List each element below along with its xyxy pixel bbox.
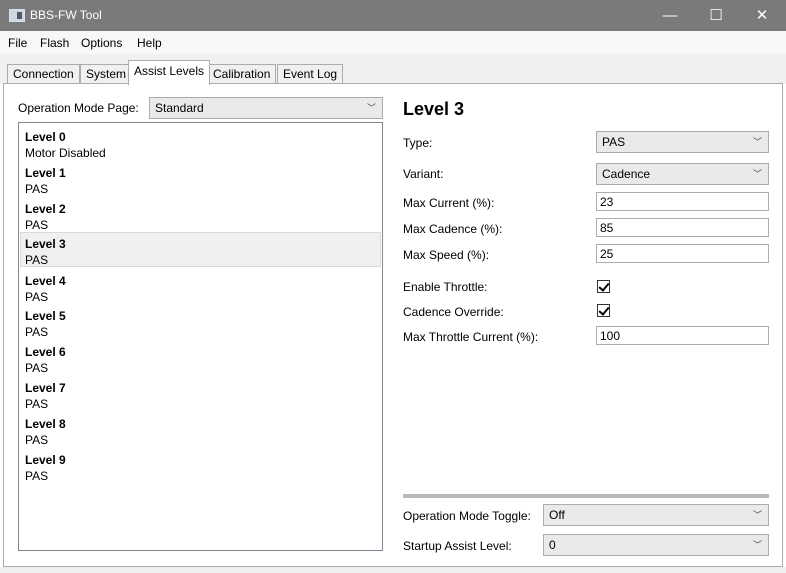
maximize-button[interactable]: ☐ (693, 0, 739, 31)
level-name: Level 0 (25, 130, 66, 144)
max-speed-input[interactable]: 25 (596, 244, 769, 263)
max-throttle-input[interactable]: 100 (596, 326, 769, 345)
level-name: Level 9 (25, 453, 66, 467)
level-item-2[interactable]: Level 2 PAS (20, 197, 381, 232)
mode-page-select[interactable]: Standard ﹀ (149, 97, 383, 119)
title-bar: BBS-FW Tool — ☐ ✕ (0, 0, 786, 31)
menu-options[interactable]: Options (81, 36, 122, 50)
level-name: Level 6 (25, 345, 66, 359)
menu-flash[interactable]: Flash (40, 36, 69, 50)
window-title: BBS-FW Tool (30, 8, 102, 22)
level-name: Level 1 (25, 166, 66, 180)
chevron-down-icon: ﹀ (752, 137, 762, 147)
level-type: PAS (25, 325, 49, 339)
max-current-label: Max Current (%): (403, 196, 495, 210)
cadence-override-label: Cadence Override: (403, 305, 504, 319)
mode-toggle-select[interactable]: Off ﹀ (543, 504, 769, 526)
level-type: PAS (25, 469, 49, 483)
chevron-down-icon: ﹀ (752, 510, 762, 520)
max-cadence-label: Max Cadence (%): (403, 222, 503, 236)
separator (403, 494, 769, 498)
type-select[interactable]: PAS ﹀ (596, 131, 769, 153)
level-name: Level 2 (25, 202, 66, 216)
level-item-0[interactable]: Level 0 Motor Disabled (20, 125, 381, 160)
startup-level-value: 0 (549, 538, 556, 552)
assist-levels-page: Operation Mode Page: Standard ﹀ Level 0 … (3, 83, 783, 567)
mode-toggle-label: Operation Mode Toggle: (403, 509, 531, 523)
max-throttle-label: Max Throttle Current (%): (403, 330, 539, 344)
chevron-down-icon: ﹀ (366, 103, 376, 113)
max-current-input[interactable]: 23 (596, 192, 769, 211)
window-bottom-frame (0, 567, 786, 573)
type-value: PAS (602, 135, 626, 149)
close-button[interactable]: ✕ (739, 0, 785, 31)
level-type: PAS (25, 182, 49, 196)
level-item-5[interactable]: Level 5 PAS (20, 304, 381, 339)
level-item-7[interactable]: Level 7 PAS (20, 376, 381, 411)
tab-assist-levels[interactable]: Assist Levels (128, 60, 211, 85)
level-item-6[interactable]: Level 6 PAS (20, 340, 381, 375)
mode-page-value: Standard (155, 101, 204, 115)
level-type: Motor Disabled (25, 146, 106, 160)
startup-level-select[interactable]: 0 ﹀ (543, 534, 769, 556)
mode-page-label: Operation Mode Page: (18, 101, 139, 115)
chevron-down-icon: ﹀ (752, 169, 762, 179)
level-name: Level 4 (25, 274, 66, 288)
variant-label: Variant: (403, 167, 444, 181)
variant-value: Cadence (602, 167, 651, 181)
tab-calibration[interactable]: Calibration (207, 64, 277, 84)
variant-select[interactable]: Cadence ﹀ (596, 163, 769, 185)
max-speed-label: Max Speed (%): (403, 248, 490, 262)
level-type: PAS (25, 218, 49, 232)
level-item-4[interactable]: Level 4 PAS (20, 269, 381, 304)
tab-connection[interactable]: Connection (7, 64, 80, 84)
level-type: PAS (25, 361, 49, 375)
level-type: PAS (25, 290, 49, 304)
cadence-override-checkbox[interactable] (597, 304, 610, 317)
enable-throttle-label: Enable Throttle: (403, 280, 488, 294)
level-name: Level 8 (25, 417, 66, 431)
tab-event-log[interactable]: Event Log (277, 64, 344, 84)
type-label: Type: (403, 136, 433, 150)
tab-system[interactable]: System (80, 64, 133, 84)
minimize-button[interactable]: — (647, 0, 693, 31)
chevron-down-icon: ﹀ (752, 540, 762, 550)
app-icon (9, 9, 25, 22)
menu-bar: File Flash Options Help (0, 31, 786, 54)
level-name: Level 7 (25, 381, 66, 395)
menu-file[interactable]: File (8, 36, 27, 50)
tab-strip: Connection System Assist Levels Calibrat… (0, 54, 786, 85)
menu-help[interactable]: Help (137, 36, 162, 50)
level-item-9[interactable]: Level 9 PAS (20, 448, 381, 483)
mode-toggle-value: Off (549, 508, 565, 522)
level-item-8[interactable]: Level 8 PAS (20, 412, 381, 447)
level-name: Level 3 (25, 237, 66, 251)
enable-throttle-checkbox[interactable] (597, 280, 610, 293)
level-heading: Level 3 (403, 99, 465, 119)
startup-level-label: Startup Assist Level: (403, 539, 512, 553)
level-type: PAS (25, 253, 49, 267)
assist-levels-list[interactable]: Level 0 Motor Disabled Level 1 PAS Level… (18, 122, 383, 551)
max-cadence-input[interactable]: 85 (596, 218, 769, 237)
level-type: PAS (25, 433, 49, 447)
level-name: Level 5 (25, 309, 66, 323)
level-type: PAS (25, 397, 49, 411)
level-item-3-selected[interactable]: Level 3 PAS (20, 232, 381, 267)
level-item-1[interactable]: Level 1 PAS (20, 161, 381, 196)
